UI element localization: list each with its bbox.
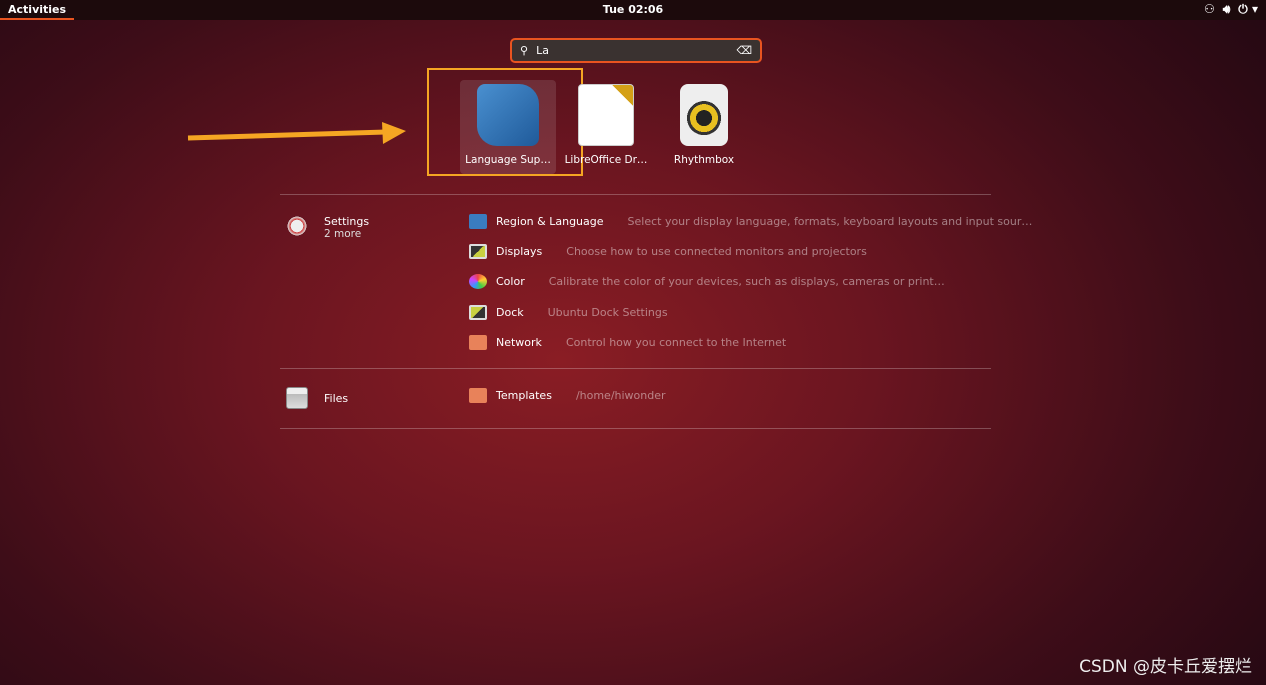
displays-icon xyxy=(469,244,487,259)
power-icon[interactable]: ⏻ ▾ xyxy=(1238,2,1258,17)
separator xyxy=(280,194,991,195)
provider-settings[interactable]: Settings 2 more xyxy=(286,215,369,240)
arrow-annotation xyxy=(187,122,406,144)
clear-search-icon[interactable]: ⌫ xyxy=(736,44,752,57)
provider-files[interactable]: Files xyxy=(286,387,348,409)
result-color[interactable]: Color Calibrate the color of your devices… xyxy=(469,274,945,289)
result-network[interactable]: Network Control how you connect to the In… xyxy=(469,335,786,350)
network-folder-icon xyxy=(469,335,487,350)
settings-icon xyxy=(286,215,308,237)
files-icon xyxy=(286,387,308,409)
network-icon[interactable]: ⚇ xyxy=(1204,2,1215,17)
language-support-icon xyxy=(477,84,539,146)
app-libreoffice-draw[interactable]: LibreOffice Dr… xyxy=(558,80,654,174)
result-templates[interactable]: Templates/home/hiwonder xyxy=(469,388,666,403)
top-bar: Activities Tue 02:06 ⚇ 🔊︎ ⏻ ▾ xyxy=(0,0,1266,20)
system-tray[interactable]: ⚇ 🔊︎ ⏻ ▾ xyxy=(1204,2,1258,17)
search-input[interactable] xyxy=(536,44,737,57)
watermark: CSDN @皮卡丘爱摆烂 xyxy=(1079,657,1252,677)
separator xyxy=(280,368,991,369)
clock[interactable]: Tue 02:06 xyxy=(0,3,1266,16)
dock-icon xyxy=(469,305,487,320)
app-results: Language Sup… LibreOffice Dr… Rhythmbox xyxy=(460,80,752,174)
color-icon xyxy=(469,274,487,289)
region-language-icon xyxy=(469,214,487,229)
templates-folder-icon xyxy=(469,388,487,403)
app-language-support[interactable]: Language Sup… xyxy=(460,80,556,174)
libreoffice-draw-icon xyxy=(578,84,634,146)
rhythmbox-icon xyxy=(680,84,728,146)
result-displays[interactable]: Displays Choose how to use connected moni… xyxy=(469,244,867,259)
separator xyxy=(280,428,991,429)
result-dock[interactable]: Dock Ubuntu Dock Settings xyxy=(469,305,668,320)
result-region-language[interactable]: Region & Language Select your display lan… xyxy=(469,214,1032,229)
search-icon: ⚲ xyxy=(520,44,529,57)
search-box[interactable]: ⚲ ⌫ xyxy=(510,38,762,63)
app-rhythmbox[interactable]: Rhythmbox xyxy=(656,80,752,174)
volume-icon[interactable]: 🔊︎ xyxy=(1223,2,1231,17)
